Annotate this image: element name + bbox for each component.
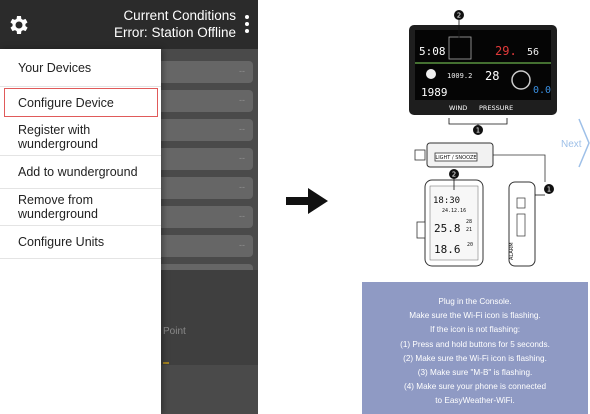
svg-text:1: 1 (476, 127, 480, 135)
svg-text:2: 2 (452, 171, 456, 179)
sensor-time: 18:30 (433, 196, 460, 206)
menu-item-configure-device[interactable]: Configure Device (4, 88, 158, 117)
sensor-temp: 25.8 (434, 222, 461, 235)
navigation-drawer: Your Devices Configure Device Register w… (0, 49, 161, 414)
plug (414, 149, 426, 161)
instruction-line: If the icon is not flashing: (429, 325, 521, 335)
menu-item-configure-units[interactable]: Configure Units (0, 226, 161, 259)
sensor-temp-small-2: 21 (466, 227, 472, 233)
list-item[interactable]: -- (155, 90, 253, 112)
status-subtitle: Error: Station Offline (113, 25, 236, 40)
alarm-label: ALARM (509, 242, 515, 260)
instruction-line: (3) Make sure "M-B" is flashing. (417, 368, 533, 378)
bracket (448, 118, 508, 125)
list-item[interactable]: -- (155, 119, 253, 141)
console-time: 5:08 (419, 45, 446, 58)
cloud-icon (426, 69, 436, 79)
menu-item-remove-wunderground[interactable]: Remove from wunderground (0, 189, 161, 226)
instruction-line: (1) Press and hold buttons for 5 seconds… (400, 339, 550, 349)
more-options-icon[interactable] (244, 15, 250, 35)
point-label: Point (163, 326, 186, 337)
sensor-humidity-small: 20 (467, 242, 473, 248)
gear-icon[interactable] (7, 13, 31, 37)
sensor-humidity: 18.6 (434, 243, 461, 256)
app-header: Current Conditions Error: Station Offlin… (0, 0, 258, 49)
menu-item-add-wunderground[interactable]: Add to wunderground (0, 156, 161, 189)
instruction-line: Make sure the Wi-Fi icon is flashing. (409, 311, 541, 321)
sensor-date: 24.12.16 (442, 208, 466, 214)
chevron-right-icon[interactable] (577, 117, 590, 169)
sensor-antenna (416, 221, 426, 239)
weather-station-illustration: 5:08 29. 56 1009.2 28 0.0 1989 WIND PRES… (409, 10, 557, 267)
console-pressure: 1009.2 (447, 72, 472, 80)
instruction-line: (2) Make sure the Wi-Fi icon is flashing… (403, 353, 547, 363)
console-indoor-temp: 29. (495, 44, 517, 58)
list-item[interactable]: -- (155, 177, 253, 199)
instruction-line: (4) Make sure your phone is connected (404, 382, 546, 392)
sensor-temp-small-1: 28 (466, 219, 472, 225)
instruction-line: Plug in the Console. (438, 297, 512, 306)
list-item[interactable]: -- (155, 148, 253, 170)
console-outdoor-temp: 28 (485, 69, 499, 83)
page-title: Current Conditions (123, 8, 236, 23)
list-item[interactable]: -- (155, 61, 253, 83)
instruction-line: to EasyWeather-WiFi. (435, 396, 515, 406)
list-item[interactable]: -- (155, 235, 253, 257)
svg-text:1: 1 (547, 186, 551, 194)
svg-text:2: 2 (457, 12, 461, 20)
app-screen: -- -- -- -- -- -- -- -- -- Point Current… (0, 0, 258, 414)
menu-item-register-wunderground[interactable]: Register with wunderground (0, 119, 161, 156)
cable (493, 154, 546, 182)
pressure-label: PRESSURE (479, 104, 513, 112)
wind-label: WIND (449, 104, 467, 112)
menu-item-your-devices[interactable]: Your Devices (0, 49, 161, 87)
light-snooze-label: LIGHT / SNOOZE (435, 155, 476, 161)
instruction-box: Plug in the Console. Make sure the Wi-Fi… (362, 282, 588, 414)
console-lower-value: 1989 (421, 86, 448, 99)
divider (163, 362, 169, 364)
console-indoor-hum: 56 (527, 47, 539, 58)
list-item[interactable]: -- (155, 206, 253, 228)
console-rain: 0.0 (533, 85, 551, 96)
arrow-right-icon (286, 188, 328, 214)
